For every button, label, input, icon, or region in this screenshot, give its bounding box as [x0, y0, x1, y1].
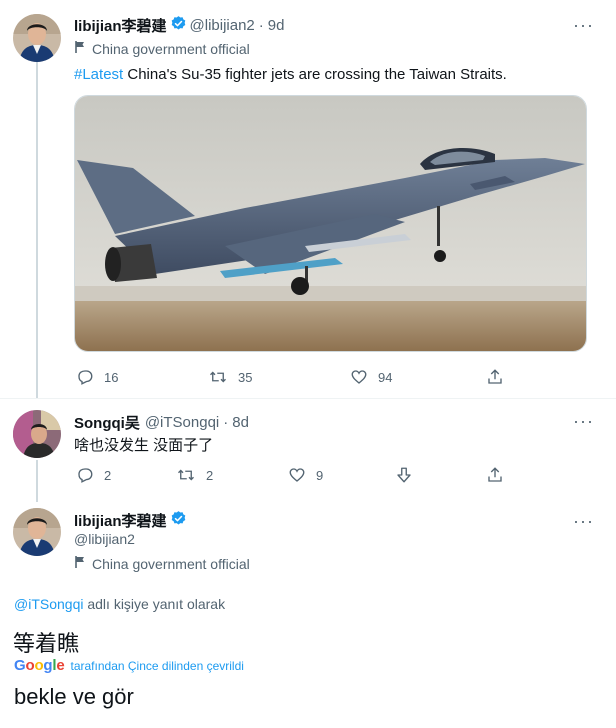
reply-action[interactable]: 16 — [76, 368, 118, 386]
downvote-action[interactable] — [395, 466, 423, 484]
separator-dot: · — [223, 414, 229, 431]
tweet-body: China's Su-35 fighter jets are crossing … — [123, 66, 507, 83]
heart-icon — [289, 468, 305, 482]
tweet-header: libijian李碧建 @libijian2 · 9d — [74, 15, 284, 36]
verified-badge-icon — [170, 15, 187, 36]
account-label: China government official — [74, 555, 250, 572]
handle[interactable]: @libijian2 — [190, 17, 255, 34]
share-icon — [488, 369, 502, 384]
like-count: 9 — [316, 467, 324, 483]
account-label-text: China government official — [92, 40, 250, 57]
verified-badge-icon — [170, 510, 187, 531]
action-bar: 16 35 94 — [0, 368, 616, 388]
display-name[interactable]: Songqi吴 — [74, 412, 140, 433]
avatar[interactable] — [13, 410, 61, 458]
account-label: China government official — [74, 40, 250, 57]
separator-dot: · — [258, 17, 264, 34]
retweet-icon — [210, 371, 226, 383]
timestamp[interactable]: 9d — [268, 17, 285, 34]
retweet-count: 2 — [206, 467, 214, 483]
reply-icon — [78, 468, 93, 483]
mention-link[interactable]: @iTSongqi — [14, 596, 83, 612]
replying-to-text: adlı kişiye yanıt olarak — [83, 596, 226, 612]
handle[interactable]: @iTSongqi — [145, 414, 219, 431]
flag-icon — [74, 555, 86, 572]
retweet-action[interactable]: 35 — [208, 368, 252, 386]
reply-action[interactable]: 2 — [76, 466, 111, 484]
reply-count: 2 — [104, 467, 112, 483]
share-action[interactable] — [486, 368, 514, 386]
display-name[interactable]: libijian李碧建 — [74, 510, 167, 531]
share-icon — [488, 467, 502, 482]
tweet-text: 啥也没发生 没面子了 — [74, 437, 214, 454]
tweet-image[interactable] — [74, 95, 587, 352]
more-options-icon[interactable]: ··· — [573, 512, 594, 530]
account-label-text: China government official — [92, 555, 250, 572]
share-action[interactable] — [486, 466, 514, 484]
heart-icon — [351, 370, 367, 384]
thread-line — [36, 62, 38, 398]
timestamp[interactable]: 8d — [232, 414, 249, 431]
tweet-text: 等着瞧 — [13, 631, 80, 656]
flag-icon — [74, 40, 86, 57]
handle[interactable]: @libijian2 — [74, 531, 135, 547]
avatar[interactable] — [13, 508, 61, 556]
like-count: 94 — [378, 369, 393, 385]
like-action[interactable]: 94 — [350, 368, 392, 386]
reply-icon — [78, 370, 93, 385]
retweet-action[interactable]: 2 — [176, 466, 213, 484]
tweet-text: #Latest China's Su-35 fighter jets are c… — [74, 66, 507, 83]
replying-to: @iTSongqi adlı kişiye yanıt olarak — [14, 596, 225, 612]
retweet-count: 35 — [238, 369, 253, 385]
google-logo: Google — [14, 657, 65, 674]
translation-note: tarafından Çince dilinden çevrildi — [70, 658, 244, 673]
tweet-header: libijian李碧建 — [74, 510, 190, 531]
translated-text: bekle ve gör — [14, 684, 134, 709]
downvote-arrow-icon — [397, 467, 411, 483]
avatar[interactable] — [13, 14, 61, 62]
more-options-icon[interactable]: ··· — [573, 412, 594, 430]
more-options-icon[interactable]: ··· — [573, 16, 594, 34]
divider — [0, 398, 616, 399]
reply-count: 16 — [104, 369, 119, 385]
hashtag-link[interactable]: #Latest — [74, 66, 123, 83]
display-name[interactable]: libijian李碧建 — [74, 15, 167, 36]
retweet-icon — [178, 469, 194, 481]
action-bar: 2 2 9 — [0, 466, 616, 486]
like-action[interactable]: 9 — [288, 466, 323, 484]
tweet-header: Songqi吴 @iTSongqi · 8d — [74, 412, 249, 433]
translation-attribution[interactable]: Google tarafından Çince dilinden çevrild… — [14, 657, 244, 674]
